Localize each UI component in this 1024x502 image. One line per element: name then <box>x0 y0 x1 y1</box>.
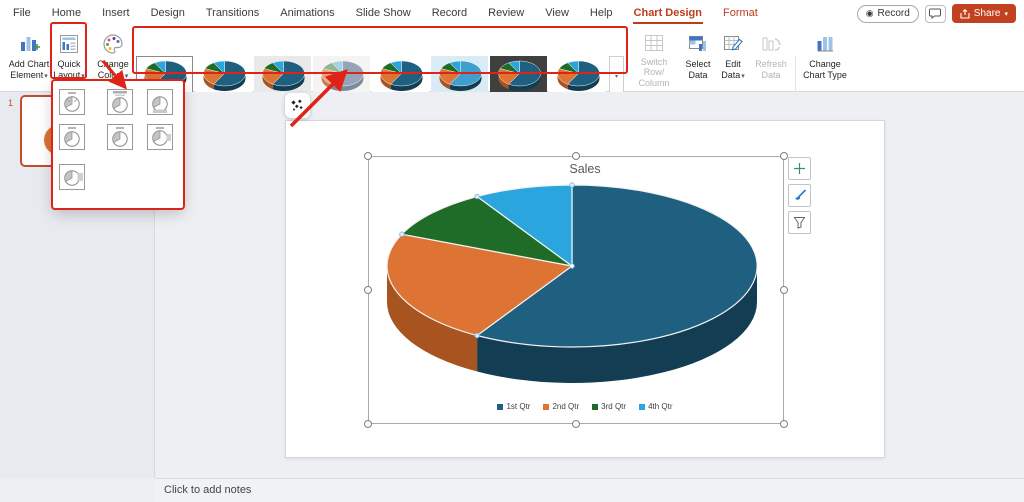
tab-record[interactable]: Record <box>431 2 468 24</box>
tab-help[interactable]: Help <box>589 2 614 24</box>
chart-elements-button[interactable] <box>788 157 811 180</box>
legend-swatch <box>639 404 645 410</box>
plus-icon <box>793 162 806 175</box>
quick-layout-option-3[interactable] <box>147 89 173 115</box>
quick-layout-option-2[interactable] <box>107 89 133 115</box>
chart-style-7[interactable] <box>490 56 547 96</box>
resize-handle-bottom-center[interactable] <box>572 420 580 428</box>
quick-layout-option-4[interactable] <box>59 124 85 150</box>
refresh-data-label: Refresh Data <box>755 59 787 80</box>
legend-swatch <box>543 404 549 410</box>
resize-handle-top-right[interactable] <box>780 152 788 160</box>
switch-row-column-icon <box>643 31 665 55</box>
chart-style-5[interactable] <box>372 56 429 96</box>
edit-data-label: Edit Data <box>721 59 745 82</box>
chart-legend[interactable]: 1st Qtr 2nd Qtr 3rd Qtr 4th Qtr <box>285 402 885 411</box>
resize-handle-top-left[interactable] <box>364 152 372 160</box>
resize-handle-top-center[interactable] <box>572 152 580 160</box>
legend-swatch <box>497 404 503 410</box>
share-button-label: Share <box>974 8 1001 19</box>
funnel-icon <box>793 216 806 229</box>
gallery-more-button[interactable]: ▾ <box>609 56 624 96</box>
select-data-button[interactable]: Select Data <box>682 28 714 88</box>
share-icon <box>960 9 970 19</box>
titlebar-actions: ◉ Record Share ▾ <box>857 4 1016 23</box>
edit-data-icon <box>722 31 744 57</box>
paintbrush-icon <box>793 189 807 202</box>
powerpoint-window: File Home Insert Design Transitions Anim… <box>0 0 1024 502</box>
tab-animations[interactable]: Animations <box>279 2 335 24</box>
menu-tabs: File Home Insert Design Transitions Anim… <box>12 0 759 26</box>
tab-view[interactable]: View <box>544 2 570 24</box>
tab-home[interactable]: Home <box>51 2 82 24</box>
chart-styles-gallery <box>136 56 606 96</box>
chart-style-8[interactable] <box>549 56 606 96</box>
record-button[interactable]: ◉ Record <box>857 5 919 23</box>
legend-item: 1st Qtr <box>497 402 530 411</box>
legend-item: 2nd Qtr <box>543 402 579 411</box>
resize-handle-bottom-left[interactable] <box>364 420 372 428</box>
add-chart-element-icon <box>18 31 40 57</box>
share-caret-icon: ▾ <box>1004 10 1008 18</box>
chart-filters-button[interactable] <box>788 211 811 234</box>
quick-layout-menu <box>53 81 183 208</box>
tab-format[interactable]: Format <box>722 2 759 24</box>
change-colors-label: Change Colors <box>97 59 129 82</box>
quick-layout-option-5[interactable] <box>107 124 133 150</box>
slide-number: 1 <box>8 98 13 108</box>
record-dot-icon: ◉ <box>866 8 874 19</box>
notes-panel[interactable]: Click to add notes <box>155 478 1024 502</box>
change-colors-button[interactable]: Change Colors <box>92 28 134 88</box>
chart-style-3[interactable] <box>254 56 311 96</box>
tab-transitions[interactable]: Transitions <box>205 2 260 24</box>
resize-handle-mid-right[interactable] <box>780 286 788 294</box>
legend-item: 3rd Qtr <box>592 402 626 411</box>
record-button-label: Record <box>878 8 910 19</box>
tab-review[interactable]: Review <box>487 2 525 24</box>
share-button[interactable]: Share ▾ <box>952 4 1016 23</box>
quick-layout-icon <box>58 31 80 57</box>
menu-bar: File Home Insert Design Transitions Anim… <box>0 0 1024 26</box>
tab-insert[interactable]: Insert <box>101 2 131 24</box>
add-chart-element-button[interactable]: Add Chart Element <box>6 28 52 88</box>
chart-style-button[interactable] <box>788 184 811 207</box>
quick-layout-option-7[interactable] <box>59 164 85 190</box>
chart-style-4[interactable] <box>313 56 370 96</box>
tab-slide-show[interactable]: Slide Show <box>355 2 412 24</box>
comments-button[interactable] <box>925 5 946 23</box>
select-data-icon <box>687 31 709 57</box>
switch-row-column-button: Switch Row/ Column <box>630 28 678 88</box>
chart-style-6[interactable] <box>431 56 488 96</box>
legend-swatch <box>592 404 598 410</box>
tab-design[interactable]: Design <box>150 2 186 24</box>
quick-layout-button[interactable]: Quick Layout <box>52 28 86 88</box>
comment-bubble-icon <box>929 8 941 19</box>
accessibility-floating-icon[interactable] <box>285 93 310 118</box>
tab-chart-design[interactable]: Chart Design <box>633 2 703 24</box>
quick-layout-label: Quick Layout <box>53 59 85 82</box>
resize-handle-bottom-right[interactable] <box>780 420 788 428</box>
refresh-data-button: Refresh Data <box>752 28 790 88</box>
chart-style-2[interactable] <box>195 56 252 96</box>
switch-row-column-label: Switch Row/ Column <box>630 57 678 89</box>
change-chart-type-button[interactable]: Change Chart Type <box>800 28 850 88</box>
refresh-data-icon <box>760 31 782 57</box>
change-chart-type-icon <box>815 31 835 57</box>
edit-data-button[interactable]: Edit Data <box>716 28 750 88</box>
resize-handle-mid-left[interactable] <box>364 286 372 294</box>
quick-layout-option-6[interactable] <box>147 124 173 150</box>
tab-file[interactable]: File <box>12 2 32 24</box>
add-chart-element-label: Add Chart Element <box>9 59 50 82</box>
change-chart-type-label: Change Chart Type <box>803 59 847 80</box>
change-colors-icon <box>101 31 125 57</box>
select-data-label: Select Data <box>685 59 710 80</box>
legend-item: 4th Qtr <box>639 402 672 411</box>
quick-layout-option-1[interactable] <box>59 89 85 115</box>
notes-placeholder[interactable]: Click to add notes <box>164 484 251 496</box>
